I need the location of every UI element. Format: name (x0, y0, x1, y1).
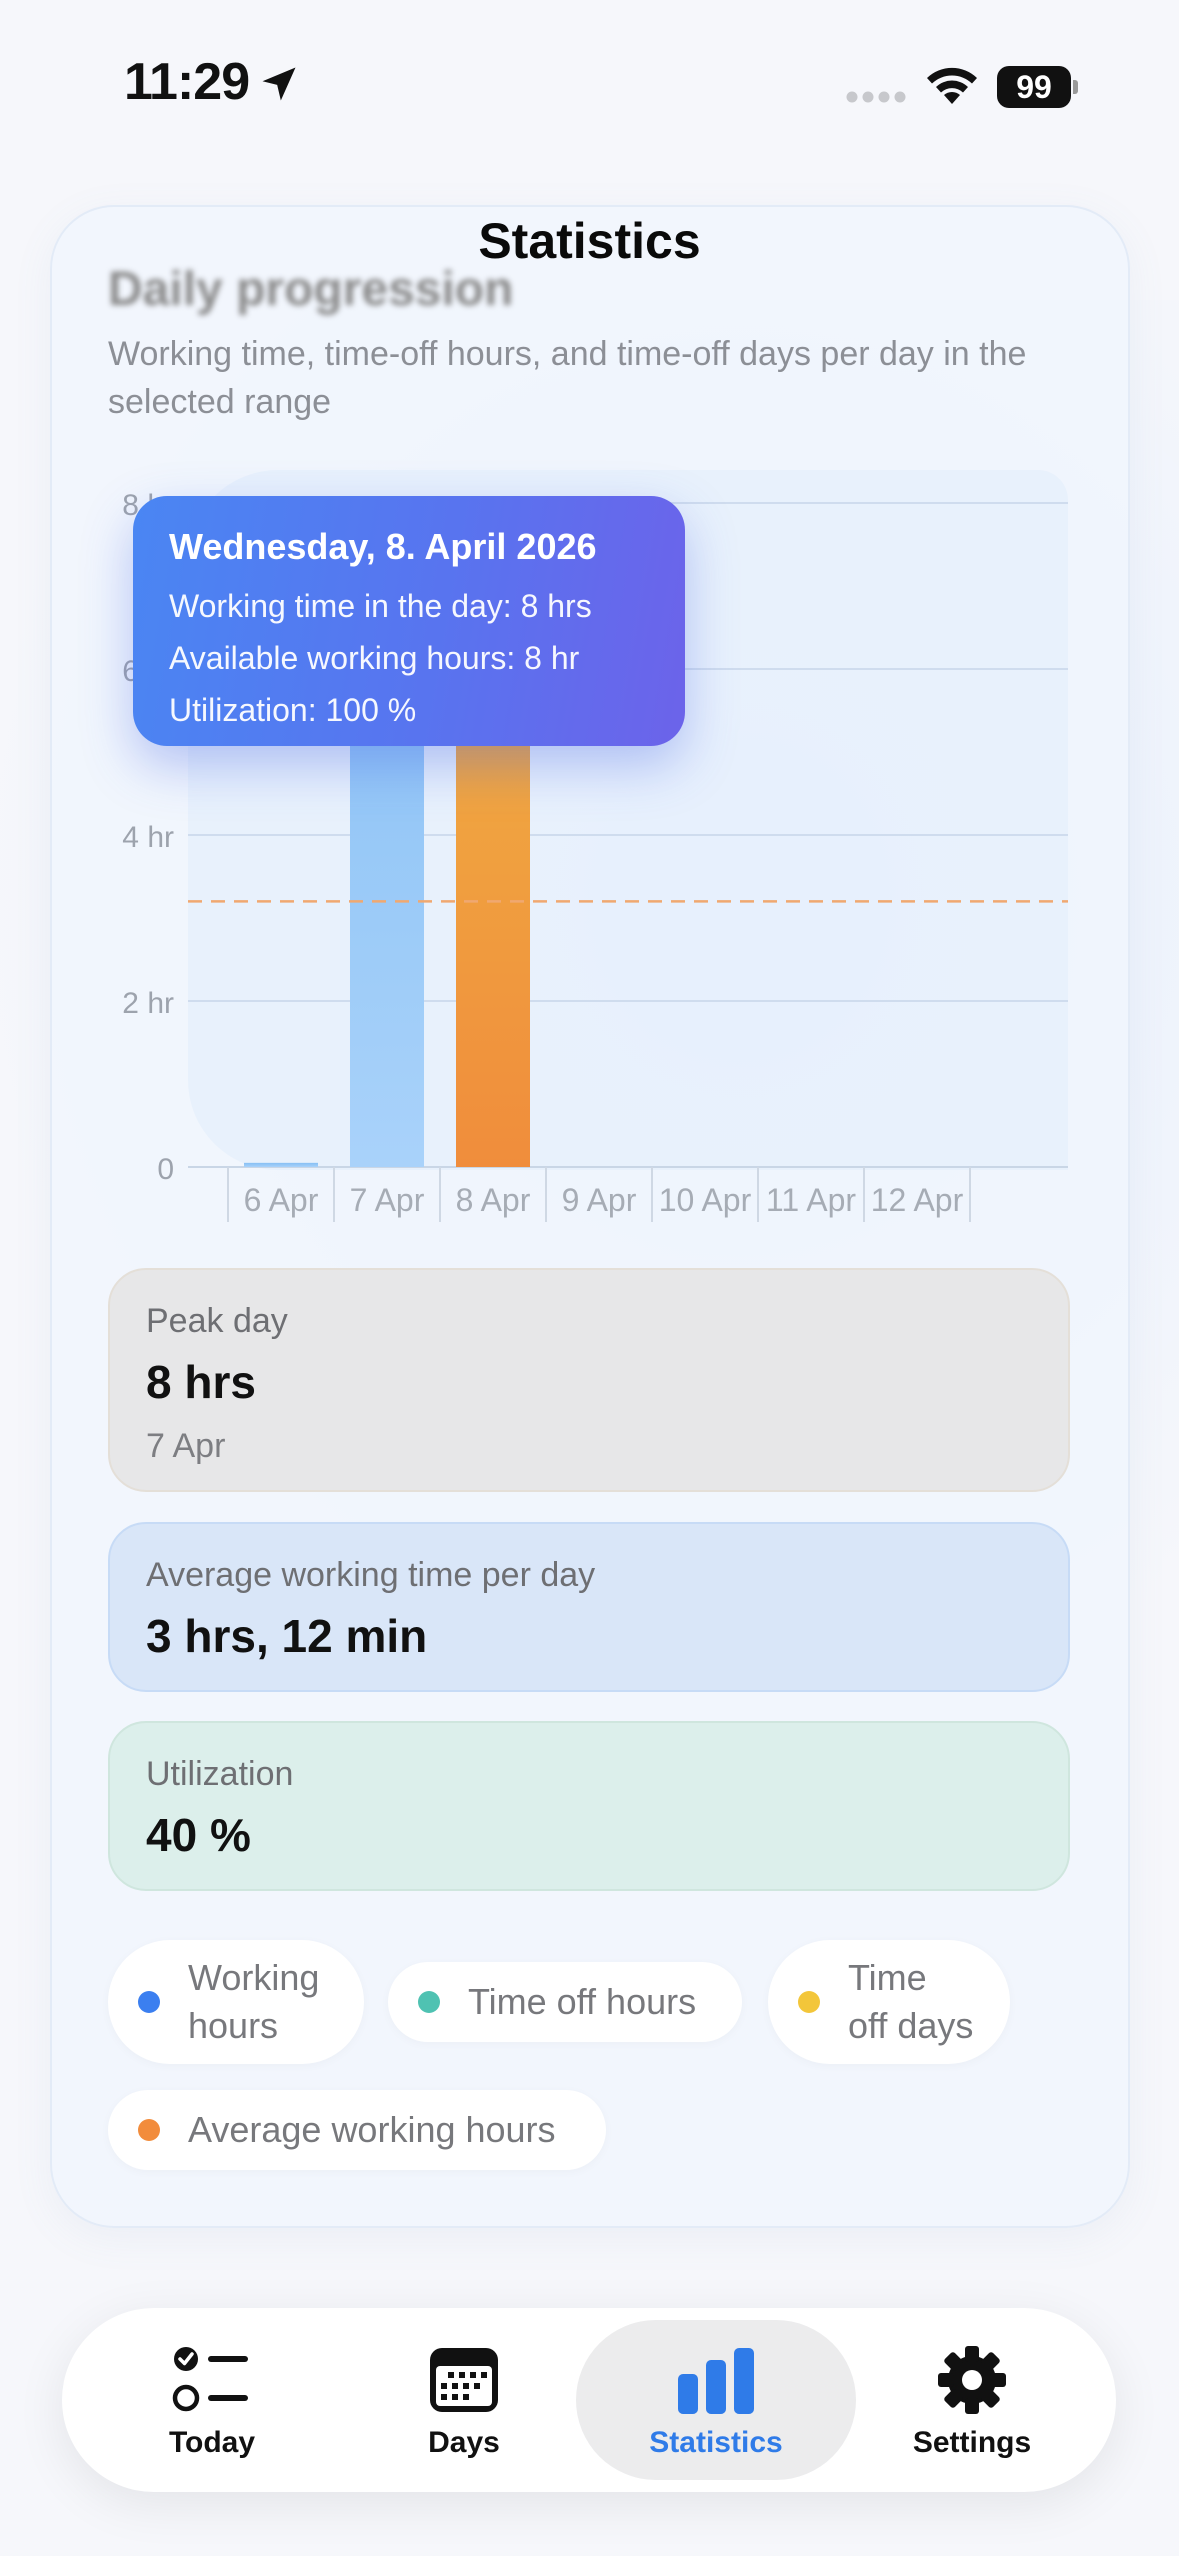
utilization-label: Utilization (146, 1755, 294, 1793)
legend-label: Time off days (848, 1957, 974, 2046)
section-subtitle: Working time, time-off hours, and time-o… (108, 335, 1027, 421)
y-tick-label: 0 (157, 1153, 174, 1186)
status-bar: 11:29 99 (0, 0, 1179, 150)
location-arrow-icon (262, 67, 296, 101)
y-tick-label: 2 hr (122, 987, 174, 1020)
y-tick-label: 4 hr (122, 821, 174, 854)
tab-statistics[interactable]: Statistics (606, 2308, 826, 2492)
legend-working-hours: Working hours (108, 1940, 364, 2064)
tooltip-working-time: Working time in the day: 8 hrs (169, 588, 592, 624)
tab-label: Settings (912, 2426, 1032, 2459)
tooltip-available-hours: Available working hours: 8 hr (169, 640, 580, 676)
battery-level: 99 (997, 66, 1071, 108)
utilization-card: Utilization 40 % (108, 1721, 1070, 1891)
peak-day-label: Peak day (146, 1302, 288, 1340)
tooltip-title: Wednesday, 8. April 2026 (169, 526, 597, 567)
legend-time-off-days: Time off days (768, 1940, 1010, 2064)
chart-tooltip: Wednesday, 8. April 2026 Working time in… (133, 496, 685, 746)
peak-day-date: 7 Apr (146, 1427, 226, 1465)
tooltip-utilization: Utilization: 100 % (169, 692, 417, 728)
x-tick-label: 10 Apr (659, 1182, 752, 1218)
tab-label: Statistics (649, 2426, 783, 2459)
battery-indicator: 99 (997, 66, 1078, 108)
tab-settings[interactable]: Settings (872, 2308, 1072, 2492)
gear-icon (938, 2346, 1006, 2414)
legend-label: Time off hours (468, 1981, 697, 2022)
legend-dot (418, 1991, 440, 2013)
cellular-signal-icon (846, 91, 906, 103)
average-working-time-value: 3 hrs, 12 min (146, 1610, 428, 1662)
legend-dot (138, 1991, 160, 2013)
section-title: Daily progression (108, 263, 514, 316)
peak-day-value: 8 hrs (146, 1356, 256, 1408)
status-time: 11:29 (124, 53, 250, 111)
x-tick-label: 8 Apr (456, 1182, 531, 1218)
tab-today[interactable]: Today (122, 2308, 302, 2492)
utilization-value: 40 % (146, 1809, 251, 1861)
legend-time-off-hours: Time off hours (388, 1962, 742, 2042)
tab-label: Days (428, 2426, 500, 2459)
tab-label: Today (168, 2426, 256, 2459)
average-working-time-label: Average working time per day (146, 1556, 596, 1594)
peak-day-card: Peak day 8 hrs 7 Apr (108, 1268, 1070, 1492)
bar (244, 1162, 318, 1167)
page-title: Statistics (478, 213, 701, 269)
legend-dot (798, 1991, 820, 2013)
tab-days[interactable]: Days (374, 2308, 554, 2492)
tab-bar: Today Days Statistics Settings (62, 2308, 1116, 2492)
x-tick-label: 11 Apr (766, 1182, 856, 1218)
legend-average-working-hours: Average working hours (108, 2090, 606, 2170)
bar-chart-icon (678, 2348, 754, 2414)
wifi-icon (927, 67, 977, 104)
legend-label: Average working hours (188, 2109, 556, 2150)
battery-tip (1073, 80, 1078, 94)
x-tick-label: 6 Apr (244, 1182, 319, 1218)
average-working-time-card: Average working time per day 3 hrs, 12 m… (108, 1522, 1070, 1692)
legend-label: Working hours (188, 1957, 320, 2046)
x-tick-label: 9 Apr (562, 1182, 637, 1218)
checklist-icon (172, 2347, 248, 2412)
x-tick-label: 12 Apr (871, 1182, 964, 1218)
x-tick-label: 7 Apr (350, 1182, 425, 1218)
legend-dot (138, 2119, 160, 2141)
calendar-icon (430, 2348, 498, 2412)
